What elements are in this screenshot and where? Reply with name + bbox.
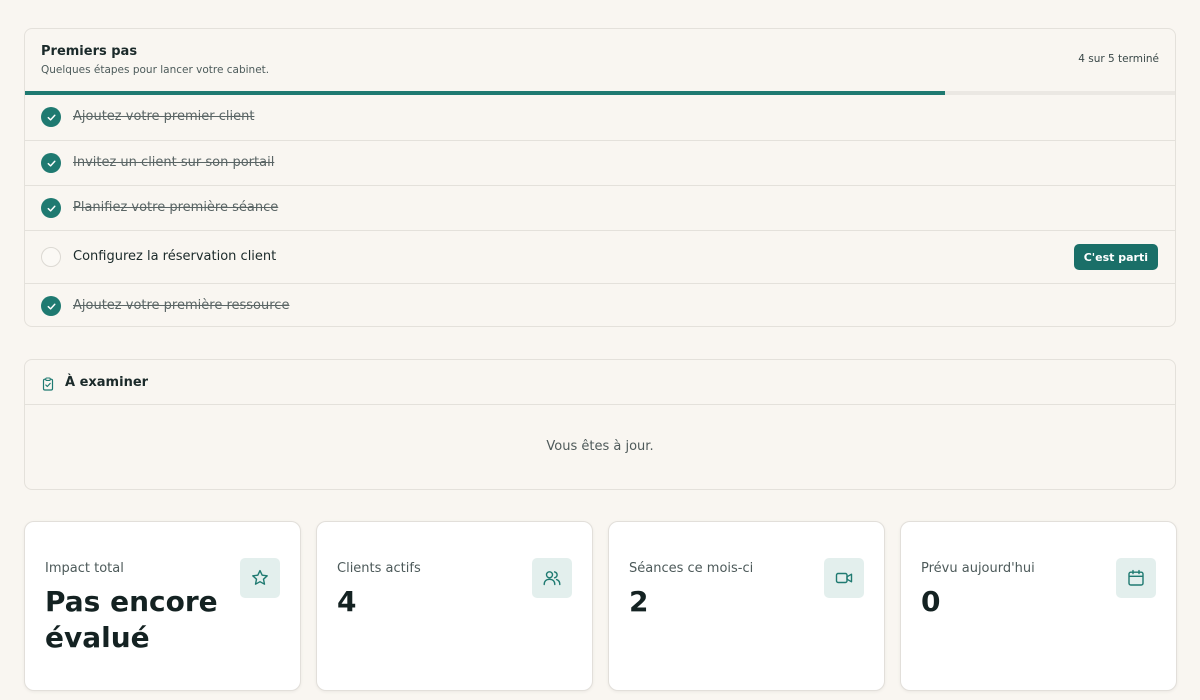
stat-label: Prévu aujourd'hui [921, 561, 1035, 576]
empty-check-icon[interactable] [41, 247, 61, 267]
check-icon [41, 107, 61, 127]
review-empty-state: Vous êtes à jour. [546, 439, 654, 454]
getting-started-subtitle: Quelques étapes pour lancer votre cabine… [41, 64, 270, 76]
stat-card-sessions-month: Séances ce mois-ci 2 [608, 521, 885, 691]
stat-value: 0 [921, 585, 941, 618]
stat-label: Séances ce mois-ci [629, 561, 754, 576]
step-add-resource[interactable]: Ajoutez votre première ressource [25, 283, 1175, 326]
clipboard-check-icon [41, 376, 55, 391]
step-list: Ajoutez votre premier client Invitez un … [25, 95, 1175, 326]
check-icon [41, 198, 61, 218]
stat-label: Impact total [45, 561, 124, 576]
getting-started-card: Premiers pas Quelques étapes pour lancer… [24, 28, 1176, 327]
step-label: Ajoutez votre première ressource [73, 298, 290, 313]
calendar-icon [1116, 558, 1156, 598]
getting-started-title: Premiers pas [41, 44, 138, 59]
start-button[interactable]: C'est parti [1073, 244, 1158, 270]
step-configure-booking: Configurez la réservation client C'est p… [25, 230, 1175, 283]
stat-card-planned-today: Prévu aujourd'hui 0 [900, 521, 1177, 691]
review-title: À examiner [65, 375, 149, 390]
stat-card-impact: Impact total Pas encore évalué [24, 521, 301, 691]
step-label: Planifiez votre première séance [73, 200, 279, 215]
users-icon [532, 558, 572, 598]
getting-started-header: Premiers pas Quelques étapes pour lancer… [25, 29, 1175, 91]
stat-label: Clients actifs [337, 561, 421, 576]
check-icon [41, 296, 61, 316]
review-card: À examiner Vous êtes à jour. [24, 359, 1176, 490]
step-label: Configurez la réservation client [73, 249, 277, 264]
star-icon [240, 558, 280, 598]
video-icon [824, 558, 864, 598]
stat-value: 4 [337, 585, 357, 618]
step-add-client[interactable]: Ajoutez votre premier client [25, 95, 1175, 140]
review-header: À examiner [25, 360, 1175, 405]
progress-count: 4 sur 5 terminé [1078, 53, 1159, 65]
step-label: Ajoutez votre premier client [73, 109, 255, 124]
step-label: Invitez un client sur son portail [73, 155, 275, 170]
step-invite-client[interactable]: Invitez un client sur son portail [25, 140, 1175, 185]
stat-value: 2 [629, 585, 649, 618]
stat-card-active-clients: Clients actifs 4 [316, 521, 593, 691]
step-schedule-session[interactable]: Planifiez votre première séance [25, 185, 1175, 230]
stat-value: Pas encore évalué [45, 585, 218, 654]
check-icon [41, 153, 61, 173]
